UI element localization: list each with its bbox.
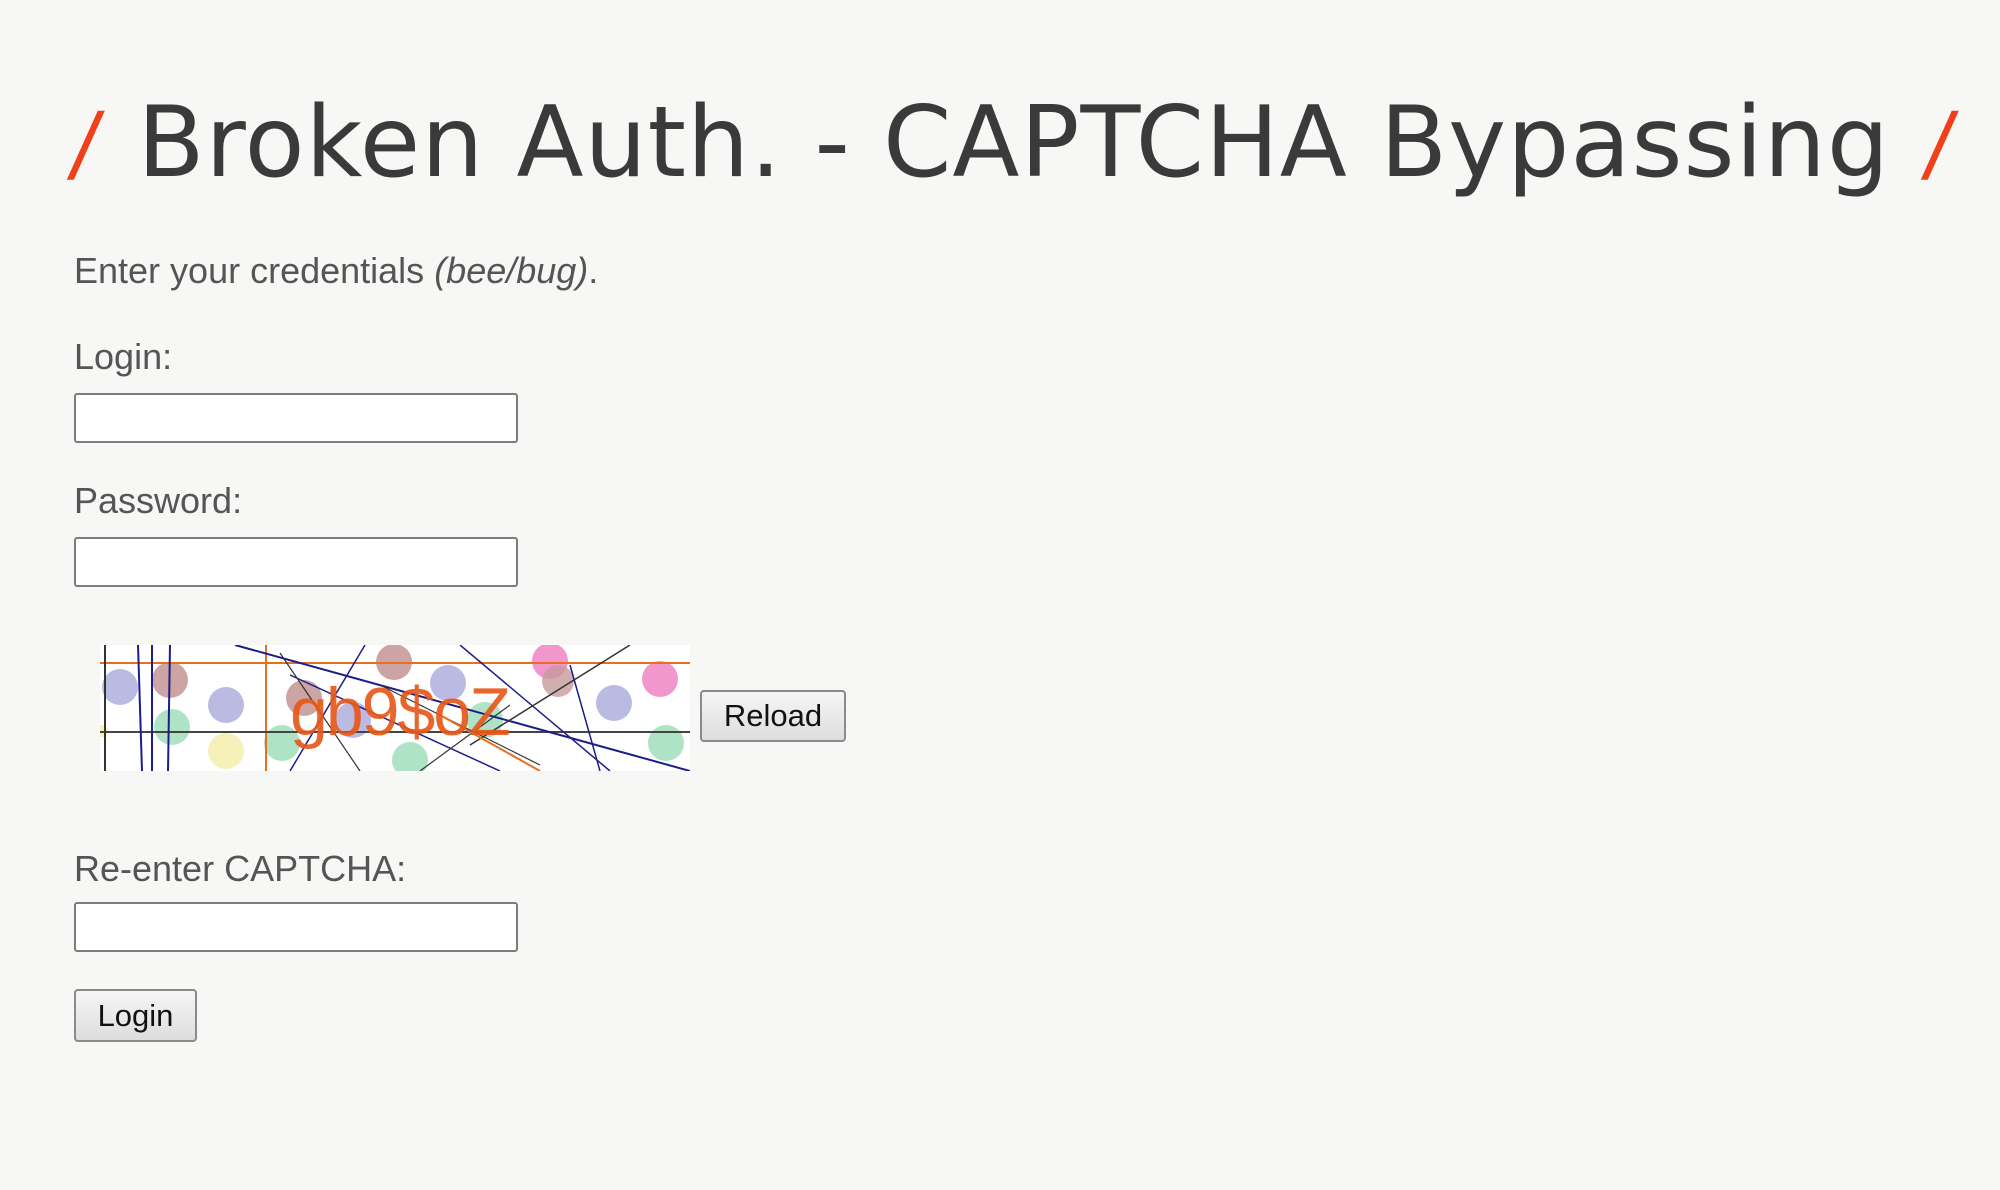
password-input[interactable] [74,537,518,587]
reenter-captcha-label: Re-enter CAPTCHA: [74,848,407,889]
login-input[interactable] [74,393,518,443]
captcha-image: gb9$oZ [100,645,690,771]
page-title: / Broken Auth. - CAPTCHA Bypassing / [65,78,1962,208]
intro-text: Enter your credentials [74,250,435,291]
intro-end: . [588,250,599,291]
credentials-hint: (bee/bug) [434,250,589,291]
reload-captcha-button[interactable]: Reload [700,690,846,742]
captcha-input[interactable] [74,902,518,952]
captcha-text: gb9$oZ [290,674,511,750]
credentials-intro: Enter your credentials (bee/bug). [74,250,598,292]
page-title-text: Broken Auth. - CAPTCHA Bypassing [137,86,1891,200]
login-label: Login: [74,336,173,377]
title-slash-right: / [1919,94,1963,192]
title-slash-left: / [65,94,109,192]
login-submit-button[interactable]: Login [74,989,197,1042]
password-label: Password: [74,480,243,521]
